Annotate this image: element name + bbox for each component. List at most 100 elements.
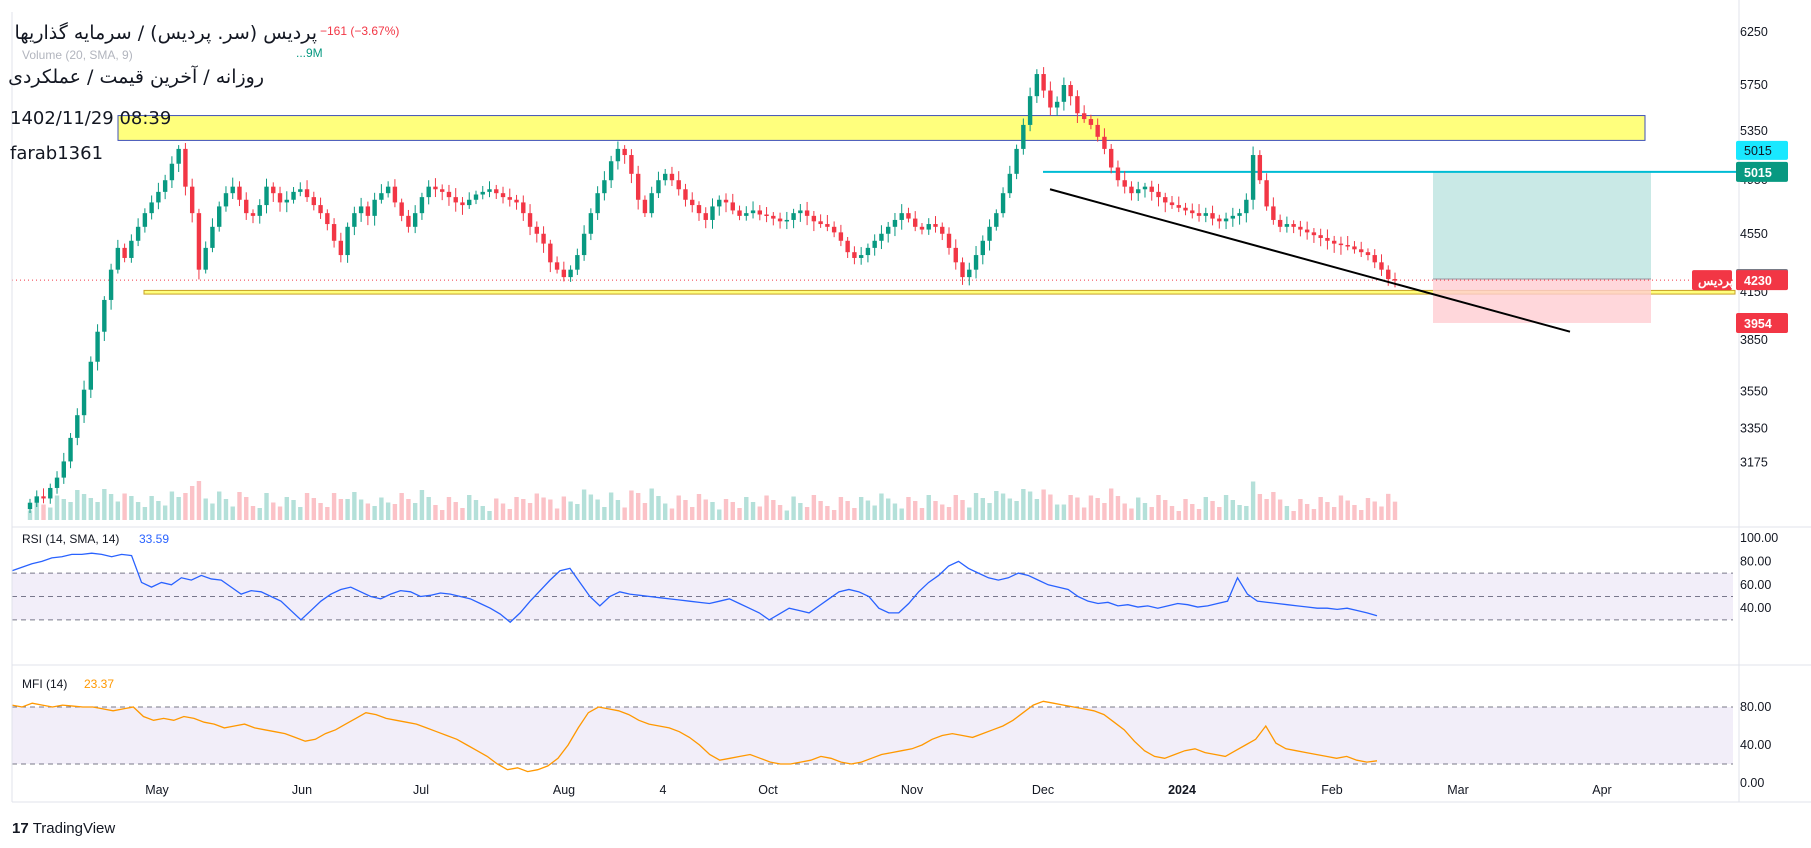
volume-bar — [838, 497, 844, 520]
candle-body — [331, 224, 337, 241]
volume-bar — [325, 507, 330, 520]
volume-bar — [879, 493, 884, 520]
candle-body — [831, 226, 837, 233]
volume-bar — [277, 506, 283, 520]
volume-bar — [1264, 499, 1269, 520]
candle-body — [1034, 74, 1040, 97]
candle-body — [196, 213, 202, 270]
volume-bar — [487, 511, 492, 520]
volume-bar — [304, 493, 310, 520]
candle-body — [946, 233, 952, 248]
candle-body — [899, 213, 904, 220]
price-tick-label: 5350 — [1740, 124, 1768, 138]
volume-bar — [257, 508, 262, 520]
candle-body — [1000, 193, 1006, 214]
candle-body — [737, 210, 742, 216]
mfi-legend-label: MFI (14) — [22, 677, 68, 691]
candle-body — [250, 213, 256, 216]
volume-bar — [1338, 495, 1344, 520]
candle-body — [804, 210, 810, 216]
candle-body — [615, 148, 621, 162]
candle-body — [122, 247, 127, 258]
volume-bar — [946, 507, 952, 520]
rsi-tick-label: 100.00 — [1740, 531, 1778, 545]
volume-bar — [284, 497, 289, 520]
volume-bar — [41, 504, 46, 520]
volume-bar — [717, 509, 722, 520]
rsi-pane[interactable] — [11, 530, 1733, 663]
candle-body — [1338, 243, 1344, 246]
candle-body — [926, 224, 931, 230]
candle-body — [764, 214, 769, 217]
volume-bar — [1190, 504, 1195, 520]
volume-bar — [804, 507, 810, 520]
volume-bar — [115, 501, 121, 520]
chart-subtitle: روزانه / آخرین قیمت / عملکردی — [8, 66, 264, 88]
candle-body — [642, 199, 648, 214]
volume-bar — [730, 502, 735, 520]
volume-bar — [480, 506, 485, 520]
volume-bar — [446, 497, 452, 520]
volume-bar — [1163, 500, 1168, 520]
price-tick-label: 3550 — [1740, 384, 1768, 398]
candle-body — [656, 180, 661, 194]
candle-body — [858, 255, 864, 258]
tradingview-logo[interactable]: 17 TradingView — [12, 818, 115, 837]
candle-body — [1325, 237, 1330, 241]
mfi-tick-label: 0.00 — [1740, 776, 1764, 790]
candle-body — [203, 247, 208, 270]
volume-bar — [1027, 491, 1033, 520]
candle-body — [1142, 186, 1148, 190]
candle-body — [54, 477, 60, 488]
candle-body — [1007, 173, 1013, 194]
volume-bar — [987, 503, 992, 520]
candle-body — [892, 219, 898, 227]
volume-bar — [811, 495, 817, 520]
volume-bar — [757, 506, 762, 520]
volume-bar — [1379, 506, 1384, 520]
volume-bar — [1271, 492, 1276, 520]
candle-body — [217, 206, 222, 227]
volume-bar — [602, 507, 607, 520]
candle-body — [521, 202, 526, 214]
volume-bar — [581, 489, 587, 520]
candle-body — [230, 186, 235, 194]
candle-body — [690, 199, 695, 206]
candle-body — [135, 226, 141, 241]
candle-body — [818, 221, 823, 225]
volume-bar — [237, 492, 242, 520]
volume-bar — [777, 505, 783, 520]
chart-canvas[interactable]: 6250575053504950455041503850355033503175… — [0, 0, 1811, 848]
candle-body — [460, 202, 465, 206]
price-change: −161 (−3.67%) — [320, 24, 400, 38]
price-tick-label: 3850 — [1740, 333, 1768, 347]
volume-bar — [169, 491, 175, 520]
candle-body — [162, 180, 168, 192]
volume-bar — [210, 503, 215, 520]
volume-bar — [298, 507, 303, 520]
volume-bar — [1352, 505, 1357, 520]
volume-bar — [1311, 509, 1317, 520]
candle-body — [635, 173, 641, 200]
volume-bar — [244, 497, 249, 520]
volume-bar — [426, 497, 431, 520]
volume-bar — [548, 499, 553, 520]
volume-bar — [723, 499, 729, 520]
candle-body — [798, 210, 803, 214]
volume-bar — [960, 500, 965, 520]
candle-body — [277, 193, 283, 203]
symbol-badge-label: پردیس — [1698, 274, 1734, 289]
mfi-pane[interactable] — [11, 700, 1733, 773]
candle-body — [1298, 226, 1303, 230]
volume-bar — [392, 504, 398, 520]
volume-bar — [176, 497, 181, 520]
volume-bar — [358, 499, 364, 520]
candle-body — [703, 213, 708, 220]
candle-body — [568, 269, 573, 278]
volume-bar — [852, 508, 857, 520]
volume-bar — [885, 498, 891, 520]
volume-bar — [473, 500, 479, 520]
candle-body — [1163, 197, 1168, 203]
candle-body — [663, 173, 668, 181]
volume-bar — [1041, 489, 1046, 520]
